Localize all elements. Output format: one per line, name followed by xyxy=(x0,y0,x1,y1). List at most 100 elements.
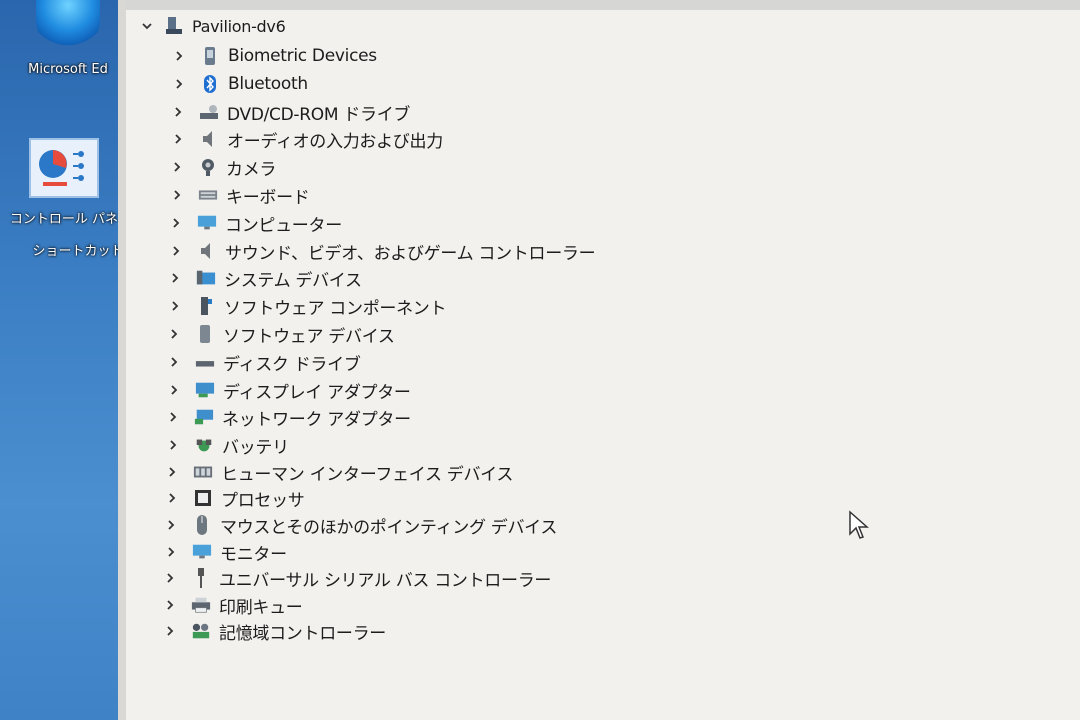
mouse-icon xyxy=(192,515,212,535)
chevron-right-icon[interactable] xyxy=(170,160,184,174)
tree-item-label: ディスク ドライブ xyxy=(223,354,361,375)
tree-item-speaker[interactable]: サウンド、ビデオ、およびゲーム コントローラー xyxy=(169,239,596,264)
tree-item-label: DVD/CD-ROM ドライブ xyxy=(227,104,411,125)
tree-item-storage-controller[interactable]: 記憶域コントローラー xyxy=(163,619,386,644)
tree-item-hid[interactable]: ヒューマン インターフェイス デバイス xyxy=(165,460,514,485)
tree-item-battery[interactable]: バッテリ xyxy=(166,433,289,458)
system-folder-icon xyxy=(196,268,216,288)
device-manager-window: Pavilion-dv6 Biometric Devices Bluetooth D… xyxy=(118,0,1080,720)
camera-icon xyxy=(198,157,218,177)
tree-item-label: コンピューター xyxy=(225,215,342,236)
tree-item-keyboard[interactable]: キーボード xyxy=(170,183,310,208)
software-component-icon xyxy=(196,296,216,316)
chevron-right-icon[interactable] xyxy=(164,518,178,532)
tree-item-label: カメラ xyxy=(226,159,277,180)
tree-item-disk-drive[interactable]: ディスク ドライブ xyxy=(167,350,361,375)
tree-item-label: ソフトウェア デバイス xyxy=(223,326,395,347)
chevron-right-icon[interactable] xyxy=(168,299,182,313)
speaker-icon xyxy=(197,241,217,261)
tree-item-label: ソフトウェア コンポーネント xyxy=(224,298,447,319)
chevron-right-icon[interactable] xyxy=(163,598,177,612)
chevron-right-icon[interactable] xyxy=(169,244,183,258)
tree-item-label: Biometric Devices xyxy=(228,46,377,66)
chevron-right-icon[interactable] xyxy=(166,438,180,452)
tree-item-software-device[interactable]: ソフトウェア デバイス xyxy=(167,322,395,347)
tree-item-mouse[interactable]: マウスとそのほかのポインティング デバイス xyxy=(164,513,558,538)
desktop-shortcut-label: Microsoft Ed xyxy=(28,62,108,77)
tree-item-label: モニター xyxy=(220,544,287,565)
keyboard-icon xyxy=(198,185,218,205)
tree-item-label: ユニバーサル シリアル バス コントローラー xyxy=(219,570,552,591)
tree-item-label: プロセッサ xyxy=(221,490,305,511)
display-adapter-icon xyxy=(195,380,215,400)
desktop-shortcut-label-line2: ショートカット xyxy=(32,244,124,259)
control-panel-icon xyxy=(29,138,99,198)
biometric-icon xyxy=(200,46,220,66)
window-top-edge xyxy=(126,0,1080,10)
tree-item-label: Bluetooth xyxy=(228,74,308,94)
processor-icon xyxy=(193,488,213,508)
usb-icon xyxy=(191,568,211,588)
tree-root-node[interactable]: Pavilion-dv6 xyxy=(140,14,286,38)
tree-item-camera[interactable]: カメラ xyxy=(170,155,277,180)
tree-item-display-adapter[interactable]: ディスプレイ アダプター xyxy=(167,378,411,403)
tree-item-printer[interactable]: 印刷キュー xyxy=(163,593,303,618)
chevron-right-icon[interactable] xyxy=(167,327,181,341)
computer-icon xyxy=(164,16,184,36)
tree-item-network-adapter[interactable]: ネットワーク アダプター xyxy=(166,405,411,430)
battery-icon xyxy=(194,435,214,455)
edge-icon xyxy=(36,0,100,52)
tree-item-label: ヒューマン インターフェイス デバイス xyxy=(221,464,514,485)
speaker-icon xyxy=(199,129,219,149)
desktop-shortcut-edge[interactable]: Microsoft Ed xyxy=(8,0,128,78)
tree-item-usb[interactable]: ユニバーサル シリアル バス コントローラー xyxy=(163,566,552,591)
network-adapter-icon xyxy=(194,407,214,427)
dvd-drive-icon xyxy=(199,102,219,122)
tree-item-dvd-drive[interactable]: DVD/CD-ROM ドライブ xyxy=(171,100,411,125)
tree-item-label: キーボード xyxy=(226,187,310,208)
bluetooth-icon xyxy=(200,74,220,94)
mouse-pointer-icon xyxy=(848,510,870,546)
chevron-right-icon[interactable] xyxy=(165,491,179,505)
tree-item-label: 記憶域コントローラー xyxy=(219,623,386,644)
chevron-right-icon[interactable] xyxy=(167,355,181,369)
tree-item-biometric[interactable]: Biometric Devices xyxy=(172,44,377,68)
chevron-right-icon[interactable] xyxy=(168,271,182,285)
tree-item-label: ディスプレイ アダプター xyxy=(223,382,411,403)
tree-item-monitor[interactable]: モニター xyxy=(164,540,287,565)
tree-item-processor[interactable]: プロセッサ xyxy=(165,486,305,511)
desktop-shortcut-label-line1: コントロール パネ xyxy=(9,212,119,227)
chevron-right-icon[interactable] xyxy=(169,216,183,230)
storage-controller-icon xyxy=(191,621,211,641)
chevron-right-icon[interactable] xyxy=(171,105,185,119)
chevron-right-icon[interactable] xyxy=(165,465,179,479)
tree-item-label: マウスとそのほかのポインティング デバイス xyxy=(220,517,558,538)
tree-item-label: ネットワーク アダプター xyxy=(222,409,411,430)
chevron-right-icon[interactable] xyxy=(166,410,180,424)
hid-icon xyxy=(193,462,213,482)
tree-item-software-component[interactable]: ソフトウェア コンポーネント xyxy=(168,294,447,319)
chevron-right-icon[interactable] xyxy=(170,188,184,202)
chevron-right-icon[interactable] xyxy=(163,624,177,638)
chevron-right-icon[interactable] xyxy=(172,77,186,91)
software-device-icon xyxy=(195,324,215,344)
chevron-right-icon[interactable] xyxy=(172,49,186,63)
tree-item-monitor[interactable]: コンピューター xyxy=(169,211,342,236)
tree-item-label: バッテリ xyxy=(222,437,289,458)
tree-item-label: オーディオの入力および出力 xyxy=(227,131,443,152)
monitor-icon xyxy=(192,542,212,562)
tree-item-system-folder[interactable]: システム デバイス xyxy=(168,266,362,291)
chevron-right-icon[interactable] xyxy=(163,571,177,585)
desktop-shortcut-control-panel[interactable]: コントロール パネ ショートカット xyxy=(4,138,124,262)
chevron-right-icon[interactable] xyxy=(164,545,178,559)
printer-icon xyxy=(191,595,211,615)
tree-item-label: サウンド、ビデオ、およびゲーム コントローラー xyxy=(225,243,596,264)
tree-item-bluetooth[interactable]: Bluetooth xyxy=(172,72,308,96)
tree-item-label: システム デバイス xyxy=(224,270,362,291)
tree-item-speaker[interactable]: オーディオの入力および出力 xyxy=(171,127,443,152)
disk-drive-icon xyxy=(195,352,215,372)
chevron-right-icon[interactable] xyxy=(171,132,185,146)
chevron-right-icon[interactable] xyxy=(167,383,181,397)
tree-item-label: 印刷キュー xyxy=(219,597,303,618)
chevron-down-icon[interactable] xyxy=(140,19,154,33)
